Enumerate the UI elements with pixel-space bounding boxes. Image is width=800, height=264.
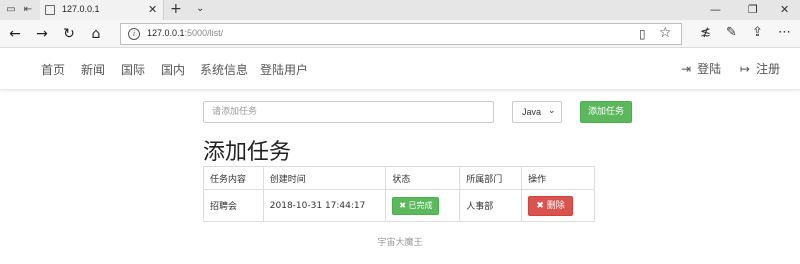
browser-toolbar: ← → ↻ ⌂ i 127.0.0.1:5000/list/ ▯ ☆ ≴ ✎ ⇪… bbox=[0, 20, 800, 48]
task-content-cell: 招聘会 bbox=[203, 189, 264, 222]
status-cell: ✖ 已完成 bbox=[385, 189, 461, 222]
reader-view-icon[interactable]: ▯ bbox=[639, 27, 646, 41]
login-link[interactable]: ⇥ 登陆 bbox=[681, 60, 721, 77]
register-link[interactable]: ↦ 注册 bbox=[740, 60, 780, 77]
column-header: 任务内容 bbox=[203, 166, 264, 190]
column-header: 创建时间 bbox=[262, 166, 387, 190]
language-select-value: Java bbox=[522, 107, 542, 117]
favorite-star-icon[interactable]: ☆ bbox=[659, 25, 672, 41]
login-icon: ⇥ bbox=[681, 62, 692, 76]
logout-icon: ↦ bbox=[740, 62, 751, 76]
nav-item-logged-users[interactable]: 登陆用户 bbox=[260, 61, 308, 78]
action-cell: ✖ 删除 bbox=[521, 189, 595, 222]
address-bar[interactable]: i 127.0.0.1:5000/list/ ▯ ☆ bbox=[120, 23, 682, 45]
minimize-icon[interactable]: — bbox=[710, 3, 721, 16]
nav-item-domestic[interactable]: 国内 bbox=[161, 61, 185, 78]
page-title: 添加任务 bbox=[203, 140, 292, 165]
browser-tab[interactable]: 127.0.0.1 ✕ bbox=[40, 0, 164, 20]
table-row: 招聘会 2018-10-31 17:44:17 ✖ 已完成 人事部 ✖ 删除 bbox=[203, 189, 595, 222]
url-text[interactable]: 127.0.0.1:5000/list/ bbox=[147, 28, 223, 38]
delete-button[interactable]: ✖ 删除 bbox=[528, 195, 574, 216]
task-input[interactable] bbox=[203, 101, 494, 123]
set-aside-tabs-icon[interactable]: ⇤ bbox=[22, 4, 34, 16]
tab-preview-icon[interactable]: ▭ bbox=[5, 4, 17, 16]
nav-item-home[interactable]: 首页 bbox=[41, 61, 65, 78]
home-icon[interactable]: ⌂ bbox=[87, 25, 105, 43]
site-navbar: 首页 新闻 国际 国内 系统信息 登陆用户 ⇥ 登陆 ↦ 注册 bbox=[0, 48, 800, 90]
browser-tab-bar: ▭ ⇤ 127.0.0.1 ✕ + ⌄ — ❐ ✕ bbox=[0, 0, 800, 20]
footer-text: 宇宙大魔王 bbox=[377, 238, 423, 248]
check-icon: ✖ bbox=[399, 200, 409, 210]
column-header: 所属部门 bbox=[459, 166, 523, 190]
chevron-down-icon: ⌄ bbox=[548, 105, 556, 115]
hub-icon[interactable]: ≴ bbox=[700, 25, 711, 40]
pen-icon[interactable]: ✎ bbox=[726, 25, 737, 40]
status-badge[interactable]: ✖ 已完成 bbox=[392, 196, 440, 215]
task-table: 任务内容 创建时间 状态 所属部门 操作 招聘会 2018-10-31 17:4… bbox=[203, 166, 595, 222]
delete-icon: ✖ bbox=[536, 200, 547, 211]
nav-item-system-info[interactable]: 系统信息 bbox=[200, 61, 248, 78]
department-cell: 人事部 bbox=[459, 189, 523, 222]
nav-item-news[interactable]: 新闻 bbox=[81, 61, 105, 78]
page-favicon-icon bbox=[45, 5, 55, 15]
add-task-button[interactable]: 添加任务 bbox=[580, 101, 632, 123]
forward-arrow-icon[interactable]: → bbox=[33, 25, 51, 43]
tab-title: 127.0.0.1 bbox=[62, 4, 100, 14]
refresh-icon[interactable]: ↻ bbox=[60, 25, 78, 43]
nav-item-international[interactable]: 国际 bbox=[121, 61, 145, 78]
more-icon[interactable]: ⋯ bbox=[778, 25, 791, 40]
table-header-row: 任务内容 创建时间 状态 所属部门 操作 bbox=[203, 166, 595, 190]
column-header: 操作 bbox=[521, 166, 595, 190]
close-window-icon[interactable]: ✕ bbox=[780, 3, 789, 16]
created-time-cell: 2018-10-31 17:44:17 bbox=[262, 189, 387, 222]
share-icon[interactable]: ⇪ bbox=[752, 25, 763, 40]
restore-icon[interactable]: ❐ bbox=[748, 3, 758, 16]
language-select[interactable]: Java ⌄ bbox=[512, 101, 562, 123]
info-icon[interactable]: i bbox=[128, 28, 140, 40]
new-tab-icon[interactable]: + bbox=[170, 1, 182, 17]
close-tab-icon[interactable]: ✕ bbox=[148, 3, 157, 16]
column-header: 状态 bbox=[385, 166, 461, 190]
back-arrow-icon[interactable]: ← bbox=[6, 25, 24, 43]
tab-list-chevron-icon[interactable]: ⌄ bbox=[196, 3, 204, 14]
